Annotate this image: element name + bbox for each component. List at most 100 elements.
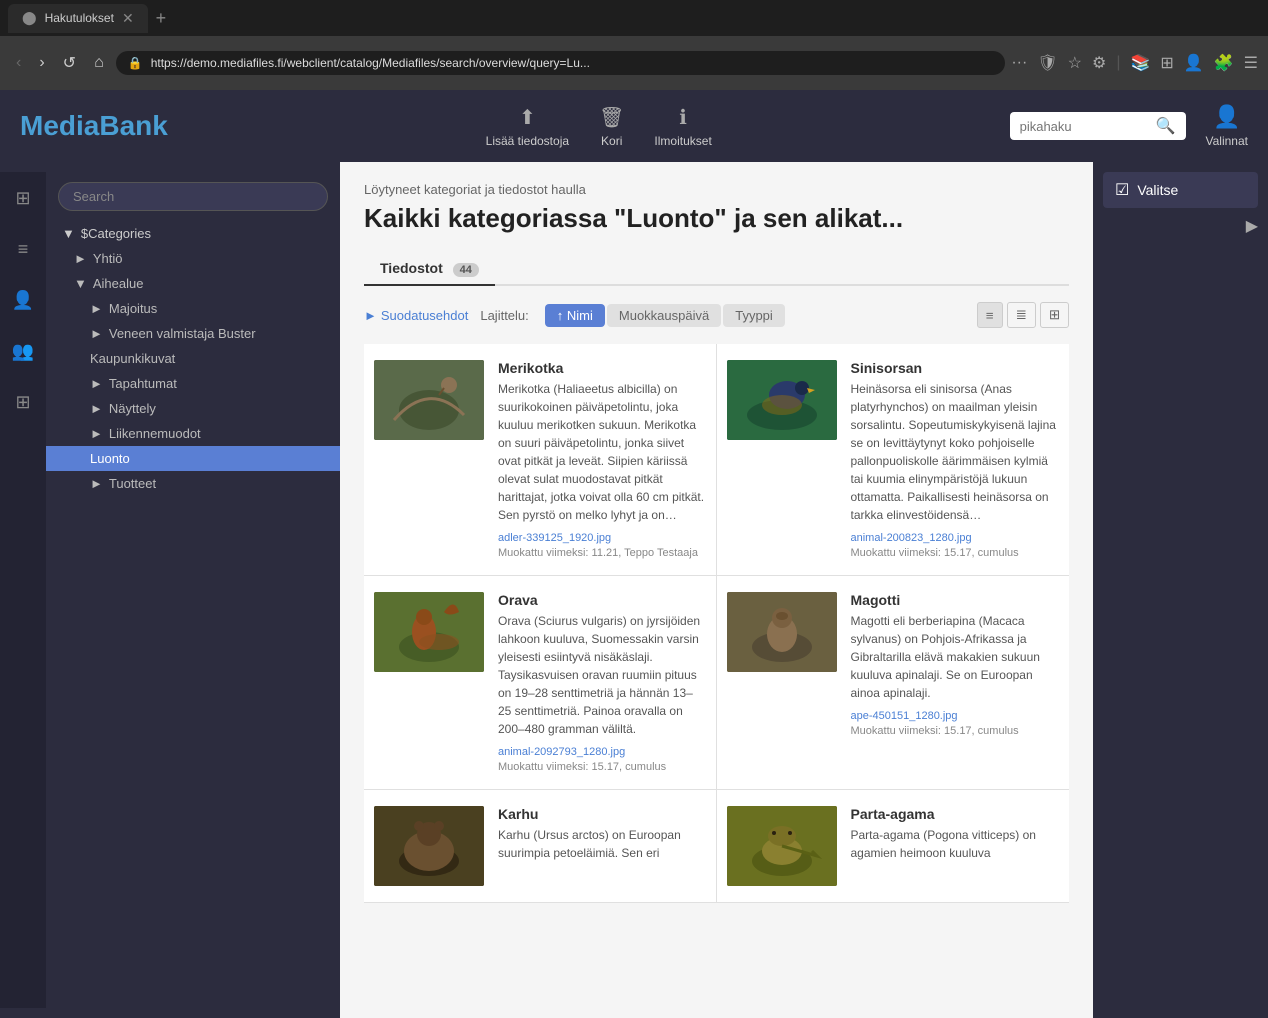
active-tab[interactable]: ⬤ Hakutulokset ✕ (8, 4, 148, 33)
pikahaku-input[interactable] (1020, 119, 1150, 134)
nav-item-basket[interactable]: 🗑 Kori (599, 105, 624, 148)
result-thumb-sinisorsa[interactable] (727, 360, 837, 440)
logo-media: Media (20, 110, 99, 141)
sidebar-item-categories-label: $Categories (81, 226, 151, 241)
search-icon: 🔍 (1156, 116, 1176, 136)
sidebar: ⊞ ≡ 👤 👥 ⊞ ▼ $Categories (0, 162, 340, 1018)
result-thumb-parta-agama[interactable] (727, 806, 837, 886)
sidebar-item-tapahtumat[interactable]: ► Tapahtumat (46, 371, 340, 396)
expand-panel-button[interactable]: ▶ (1103, 216, 1258, 236)
result-title-karhu[interactable]: Karhu (498, 806, 706, 822)
header-user[interactable]: 👤 Valinnat (1206, 104, 1248, 148)
valitse-button[interactable]: ☑ Valitse (1103, 172, 1258, 208)
result-filename-sinisorsa[interactable]: animal-200823_1280.jpg (851, 532, 1060, 544)
sidebar-search-input[interactable] (58, 182, 328, 211)
sidebar-item-luonto[interactable]: Luonto (46, 446, 340, 471)
url-text: https://demo.mediafiles.fi/webclient/cat… (151, 56, 994, 70)
filter-button[interactable]: ► Suodatusehdot (364, 308, 468, 323)
home-button[interactable]: ⌂ (88, 50, 110, 76)
sidebar-toggle-icon[interactable]: ⊞ (1160, 53, 1173, 73)
sidebar-item-liikennemuodot[interactable]: ► Liikennemuodot (46, 421, 340, 446)
result-title-orava[interactable]: Orava (498, 592, 706, 608)
refresh-button[interactable]: ↺ (57, 49, 82, 77)
result-filename-magotti[interactable]: ape-450151_1280.jpg (851, 710, 1060, 722)
sidebar-item-majoitus[interactable]: ► Majoitus (46, 296, 340, 321)
nav-item-add-files[interactable]: ⬆ Lisää tiedostoja (486, 105, 569, 148)
sidebar-item-veneen[interactable]: ► Veneen valmistaja Buster (46, 321, 340, 346)
nav-notifications-label: Ilmoitukset (654, 134, 711, 148)
sidebar-item-tapahtumat-label: Tapahtumat (109, 376, 177, 391)
sort-btn-tyyppi[interactable]: Tyyppi (723, 304, 785, 327)
sort-btn-muokkauspaiva[interactable]: Muokkauspäivä (607, 304, 721, 327)
result-thumb-karhu[interactable] (374, 806, 484, 886)
result-thumb-orava[interactable] (374, 592, 484, 672)
sidebar-icon-grid[interactable]: ⊞ (9, 182, 36, 215)
tab-tiedostot-label: Tiedostot (380, 260, 443, 276)
result-desc-sinisorsa: Heinäsorsa eli sinisorsa (Anas platyrhyn… (851, 380, 1060, 524)
sidebar-icon-users[interactable]: 👤 (6, 284, 40, 317)
result-item-karhu: Karhu Karhu (Ursus arctos) on Euroopan s… (364, 790, 717, 903)
browser-menu-icon[interactable]: ☰ (1244, 53, 1258, 73)
arrow-icon: ▼ (74, 276, 87, 291)
shield-icon[interactable]: 🛡 (1037, 53, 1057, 73)
sidebar-item-categories[interactable]: ▼ $Categories (46, 221, 340, 246)
results-grid: Merikotka Merikotka (Haliaeetus albicill… (364, 344, 1069, 903)
logo-bank: Bank (99, 110, 167, 141)
result-body-orava: Orava Orava (Sciurus vulgaris) on jyrsij… (498, 592, 706, 773)
sidebar-item-tuotteet[interactable]: ► Tuotteet (46, 471, 340, 496)
menu-dots-icon[interactable]: ··· (1011, 54, 1027, 72)
address-bar[interactable]: 🔒 https://demo.mediafiles.fi/webclient/c… (116, 51, 1006, 75)
lizard-svg (727, 806, 837, 886)
extensions-icon[interactable]: 🧩 (1214, 53, 1234, 73)
forward-button[interactable]: › (33, 50, 50, 76)
view-buttons: ≡ ≣ ⊞ (977, 302, 1069, 328)
filter-label: Suodatusehdot (381, 308, 468, 323)
filter-arrow-icon: ► (364, 308, 377, 323)
sidebar-icon-list[interactable]: ≡ (12, 233, 35, 266)
result-filename-orava[interactable]: animal-2092793_1280.jpg (498, 746, 706, 758)
view-btn-list[interactable]: ≡ (977, 302, 1003, 328)
result-filename-merikotka[interactable]: adler-339125_1920.jpg (498, 532, 706, 544)
sidebar-item-aihealue[interactable]: ▼ Aihealue (46, 271, 340, 296)
view-btn-grid[interactable]: ⊞ (1040, 302, 1069, 328)
arrow-icon: ► (90, 326, 103, 341)
sidebar-item-yhtio[interactable]: ► Yhtiö (46, 246, 340, 271)
result-item-merikotka: Merikotka Merikotka (Haliaeetus albicill… (364, 344, 717, 576)
result-title-sinisorsa[interactable]: Sinisorsan (851, 360, 1060, 376)
new-tab-button[interactable]: + (148, 8, 175, 29)
sidebar-icon-group[interactable]: 👥 (6, 335, 40, 368)
nav-item-notifications[interactable]: ℹ Ilmoitukset (654, 105, 711, 148)
result-title-merikotka[interactable]: Merikotka (498, 360, 706, 376)
bookmark-icon[interactable]: ☆ (1068, 53, 1082, 73)
tab-close-icon[interactable]: ✕ (122, 10, 134, 27)
view-btn-compact[interactable]: ≣ (1007, 302, 1036, 328)
page-subtitle: Löytyneet kategoriat ja tiedostot haulla (364, 182, 1069, 197)
result-desc-orava: Orava (Sciurus vulgaris) on jyrsijöiden … (498, 612, 706, 738)
sidebar-search-box[interactable] (46, 172, 340, 221)
tab-tiedostot-count: 44 (453, 263, 479, 277)
gear-icon[interactable]: ⚙ (1092, 53, 1106, 73)
sort-btn-nimi[interactable]: ↑ Nimi (545, 304, 605, 327)
result-title-parta-agama[interactable]: Parta-agama (851, 806, 1060, 822)
tab-tiedostot[interactable]: Tiedostot 44 (364, 252, 495, 286)
result-item-orava: Orava Orava (Sciurus vulgaris) on jyrsij… (364, 576, 717, 790)
app-header: MediaBank ⬆ Lisää tiedostoja 🗑 Kori ℹ Il… (0, 90, 1268, 162)
arrow-icon: ► (90, 301, 103, 316)
header-search[interactable]: 🔍 (1010, 112, 1186, 140)
sort-nimi-label: Nimi (567, 308, 593, 323)
sort-options: ↑ Nimi Muokkauspäivä Tyyppi (545, 304, 785, 327)
sidebar-item-nayttely[interactable]: ► Näyttely (46, 396, 340, 421)
library-icon[interactable]: 📚 (1130, 53, 1150, 73)
duck-svg (727, 360, 837, 440)
sidebar-icon-apps[interactable]: ⊞ (9, 386, 36, 419)
back-button[interactable]: ‹ (10, 50, 27, 76)
result-body-parta-agama: Parta-agama Parta-agama (Pogona vitticep… (851, 806, 1060, 886)
result-title-magotti[interactable]: Magotti (851, 592, 1060, 608)
sidebar-item-kaupunkikuvat[interactable]: Kaupunkikuvat (46, 346, 340, 371)
arrow-icon: ► (90, 376, 103, 391)
tabs-bar: Tiedostot 44 (364, 252, 1069, 286)
sort-label: Lajittelu: (480, 308, 528, 323)
result-thumb-merikotka[interactable] (374, 360, 484, 440)
result-thumb-magotti[interactable] (727, 592, 837, 672)
avatar-icon[interactable]: 👤 (1184, 53, 1204, 73)
